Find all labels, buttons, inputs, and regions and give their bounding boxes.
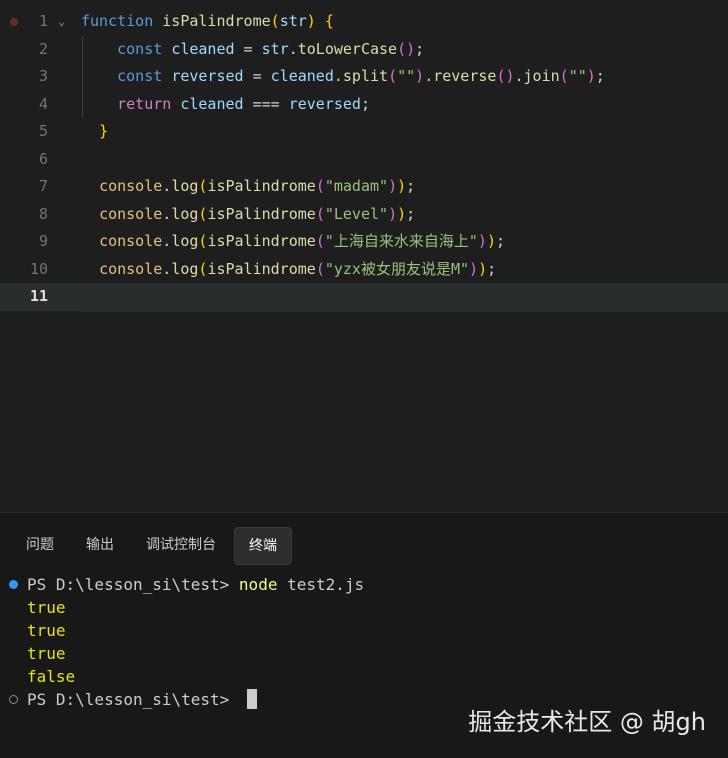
tab-terminal[interactable]: 终端 [234, 527, 292, 565]
line-number: 6 [38, 149, 48, 168]
line-number: 8 [38, 204, 48, 223]
watermark: 掘金技术社区 @ 胡gh [468, 708, 706, 736]
code-editor[interactable]: ⌄ 1 function isPalindrome(str) { 2 const cl… [0, 0, 728, 512]
line-number: 1 [38, 12, 48, 30]
code-text: console.log(isPalindrome("上海自来水来自海上")); [99, 232, 505, 250]
code-text: console.log(isPalindrome("madam")); [99, 177, 416, 195]
code-line[interactable]: 5 } [0, 118, 728, 146]
code-text: const reversed = cleaned.split("").rever… [117, 67, 605, 85]
terminal-prompt: PS D:\lesson_si\test> node test2.js [27, 575, 365, 594]
tab-output[interactable]: 输出 [72, 527, 128, 563]
tab-debug-console[interactable]: 调试控制台 [132, 527, 230, 563]
code-text: console.log(isPalindrome("Level")); [99, 204, 416, 223]
line-number: 10 [29, 259, 48, 278]
terminal-prompt: PS D:\lesson_si\test> [27, 688, 257, 711]
line-number: 4 [38, 94, 48, 113]
tab-problems[interactable]: 问题 [12, 527, 68, 563]
code-text: return cleaned === reversed; [117, 94, 370, 113]
code-line[interactable]: 2 const cleaned = str.toLowerCase(); [0, 36, 728, 64]
line-number: 11 [29, 287, 48, 305]
terminal-output: true [27, 644, 66, 663]
panel-tabs: 问题 输出 调试控制台 终端 [12, 527, 292, 565]
terminal-output: true [27, 598, 66, 617]
code-line[interactable]: 8 console.log(isPalindrome("Level")); [0, 201, 728, 229]
line-number: 3 [38, 67, 48, 85]
terminal-output: false [27, 667, 76, 686]
code-line[interactable]: 6 [0, 146, 728, 174]
code-line[interactable]: 10 console.log(isPalindrome("yzx被女朋友说是M"… [0, 256, 728, 284]
line-number: 7 [38, 177, 48, 195]
line-number: 5 [38, 122, 48, 140]
command-status-dot-icon[interactable] [9, 580, 18, 589]
line-number: 9 [38, 232, 48, 250]
terminal-cursor [246, 689, 257, 709]
prompt-status-dot-icon[interactable] [9, 695, 18, 704]
code-text: const cleaned = str.toLowerCase(); [117, 39, 425, 58]
code-line[interactable]: 9 console.log(isPalindrome("上海自来水来自海上"))… [0, 228, 728, 256]
code-line[interactable]: 3 const reversed = cleaned.split("").rev… [0, 63, 728, 91]
terminal-output: true [27, 621, 66, 640]
code-line[interactable]: ⌄ 1 function isPalindrome(str) { [0, 8, 728, 36]
fold-chevron-icon[interactable]: ⌄ [58, 8, 65, 36]
code-line[interactable]: 4 return cleaned === reversed; [0, 91, 728, 119]
code-line[interactable]: 11 [0, 283, 728, 311]
code-text: function isPalindrome(str) { [81, 12, 334, 30]
code-line[interactable]: 7 console.log(isPalindrome("madam")); [0, 173, 728, 201]
line-number: 2 [38, 39, 48, 58]
code-text: } [99, 122, 109, 140]
code-text: console.log(isPalindrome("yzx被女朋友说是M")); [99, 259, 497, 278]
